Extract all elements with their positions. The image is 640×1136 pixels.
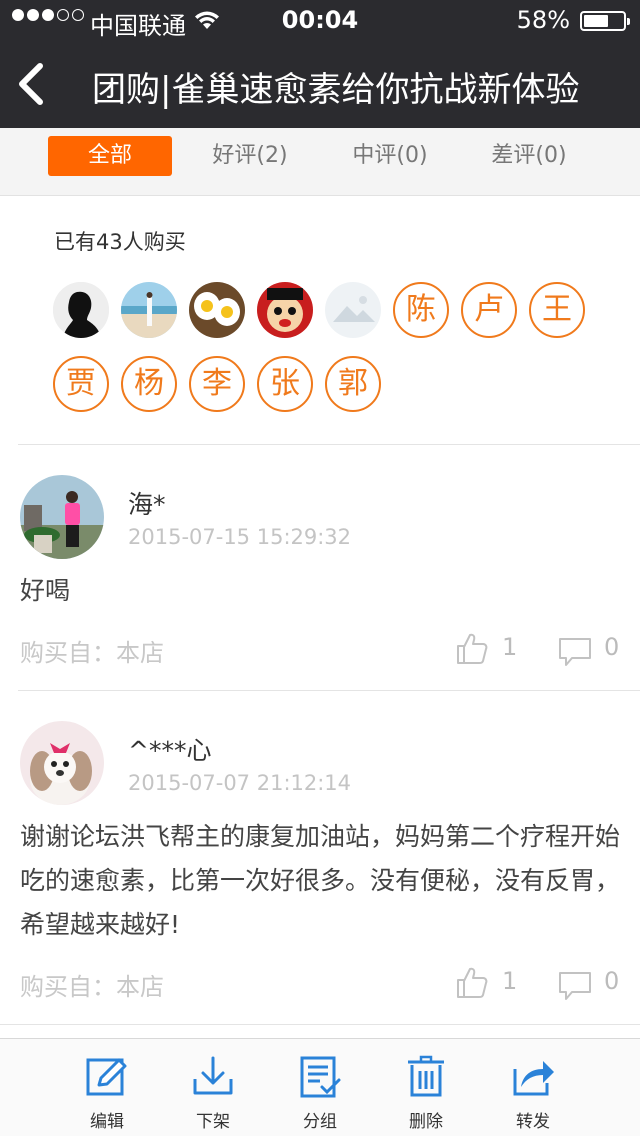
buyer-name-badge[interactable]: 王 [529,282,585,338]
buyers-section: 已有43人购买 陈 卢 王 贾 杨 李 张 郭 [0,196,640,444]
reviewer-avatar[interactable] [20,475,104,559]
buyer-name-badge[interactable]: 李 [189,356,245,412]
tab-all[interactable]: 全部 [48,136,172,176]
review-item: ^***心 2015-07-07 21:12:14 谢谢论坛洪飞帮主的康复加油站… [0,691,640,1024]
buyer-name-badge[interactable]: 陈 [393,282,449,338]
comment-count: 0 [604,967,620,995]
delete-button[interactable]: 删除 [386,1039,466,1136]
avatar[interactable] [53,282,109,338]
review-date: 2015-07-15 15:29:32 [128,525,352,549]
edit-icon [86,1058,127,1096]
group-button[interactable]: 分组 [280,1039,360,1136]
comment-icon[interactable] [558,637,592,667]
unlist-button[interactable]: 下架 [173,1039,253,1136]
comment-icon[interactable] [558,971,592,1001]
buyer-name-badge[interactable]: 郭 [325,356,381,412]
comment-count: 0 [604,633,620,661]
tab-negative[interactable]: 差评(0) [476,136,582,176]
unlist-label: 下架 [196,1112,230,1132]
like-count: 1 [502,967,518,995]
like-count: 1 [502,633,518,661]
battery-icon [580,11,630,31]
top-bar: 中国联通 00:04 58% 团购|雀巢速愈素给你抗战新体验 [0,0,640,128]
review-text: 好喝 [20,576,71,605]
avatar[interactable] [325,282,381,338]
share-label: 转发 [516,1112,550,1132]
tab-neutral[interactable]: 中评(0) [338,136,442,176]
edit-label: 编辑 [90,1112,124,1132]
edit-button[interactable]: 编辑 [67,1039,147,1136]
review-text: 谢谢论坛洪飞帮主的康复加油站，妈妈第二个疗程开始吃的速愈素，比第一次好很多。没有… [20,822,621,939]
thumbs-up-icon[interactable] [456,631,488,665]
share-arrow-icon [513,1061,554,1096]
purchase-source: 购买自：本店 [20,639,164,667]
battery-percent: 58% [516,6,570,34]
avatar[interactable] [189,282,245,338]
review-item: 海* 2015-07-15 15:29:32 好喝 购买自：本店 1 0 [0,445,640,690]
back-arrow-icon[interactable] [14,60,54,108]
avatar[interactable] [257,282,313,338]
group-label: 分组 [303,1112,337,1132]
page-title: 团购|雀巢速愈素给你抗战新体验 [92,70,580,110]
buyer-name-badge[interactable]: 杨 [121,356,177,412]
status-bar: 中国联通 00:04 58% [0,0,640,40]
avatar[interactable] [121,282,177,338]
buyer-name-badge[interactable]: 卢 [461,282,517,338]
divider [0,1024,640,1025]
share-button[interactable]: 转发 [493,1039,573,1136]
reviewer-avatar[interactable] [20,721,104,805]
purchase-source: 购买自：本店 [20,973,164,1001]
buyer-count: 已有43人购买 [54,230,186,254]
review-filter-tabs: 全部 好评(2) 中评(0) 差评(0) [0,128,640,196]
delete-label: 删除 [409,1112,443,1132]
reviewer-name: 海* [128,490,166,519]
reviewer-name: ^***心 [128,736,212,765]
bottom-toolbar: 编辑 下架 分组 删除 转发 [0,1038,640,1136]
buyer-name-badge[interactable]: 贾 [53,356,109,412]
trash-icon [408,1055,444,1097]
tab-positive[interactable]: 好评(2) [196,136,304,176]
thumbs-up-icon[interactable] [456,965,488,999]
download-icon [193,1056,233,1095]
checklist-icon [300,1056,341,1098]
review-date: 2015-07-07 21:12:14 [128,771,352,795]
buyer-name-badge[interactable]: 张 [257,356,313,412]
